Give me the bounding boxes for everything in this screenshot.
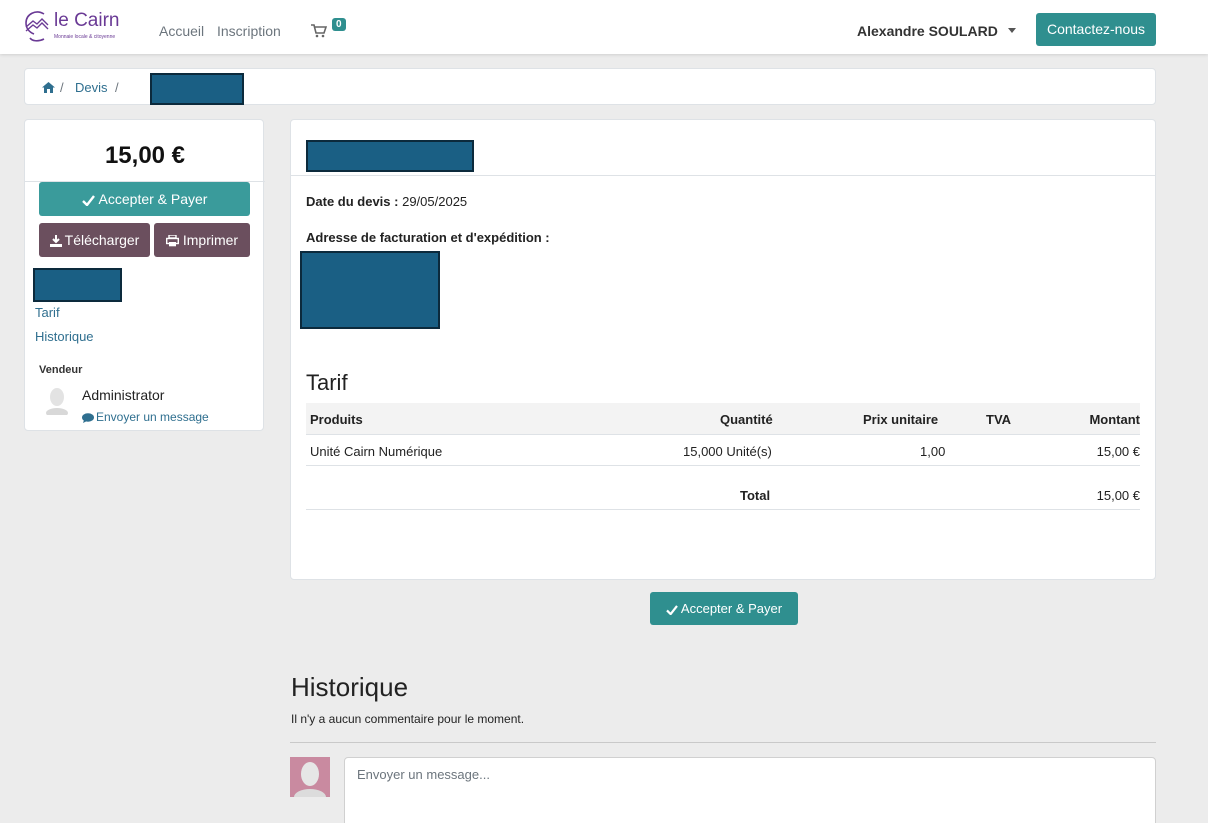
quote-date: Date du devis : 29/05/2025 (306, 194, 467, 209)
sidebar-link-tarif[interactable]: Tarif (35, 305, 60, 320)
download-icon (49, 235, 62, 248)
line-quantity: 15,000 Unité(s) (683, 444, 772, 459)
line-product: Unité Cairn Numérique (310, 444, 443, 459)
total-value: 15,00 € (1096, 488, 1140, 503)
chevron-down-icon (1007, 28, 1016, 33)
quote-total-price: 15,00 € (104, 142, 186, 169)
column-header-products: Produits (310, 412, 363, 427)
nav-inscription[interactable]: Inscription (217, 23, 281, 39)
line-unit-price: 1,00 (920, 444, 946, 459)
comment-icon (82, 413, 94, 423)
column-header-tva: TVA (986, 412, 1012, 427)
redacted-block (33, 268, 122, 302)
user-name: Alexandre SOULARD (857, 23, 998, 39)
line-amount: 15,00 € (1096, 444, 1140, 459)
download-label: Télécharger (64, 232, 140, 248)
vendor-avatar (45, 387, 69, 418)
accept-pay-button-bottom[interactable]: Accepter & Payer (650, 592, 798, 625)
contact-button[interactable]: Contactez-nous (1036, 13, 1156, 46)
cart-count-badge: 0 (332, 18, 346, 31)
user-menu-dropdown[interactable]: Alexandre SOULARD (857, 23, 1016, 39)
address-heading: Adresse de facturation et d'expédition : (306, 230, 550, 245)
redacted-block (300, 251, 440, 329)
download-button[interactable]: Télécharger (39, 223, 150, 257)
divider (290, 742, 1156, 743)
redacted-block (150, 73, 244, 105)
vendor-name: Administrator (82, 387, 165, 403)
breadcrumb-separator: / (115, 80, 119, 95)
accept-pay-label: Accepter & Payer (98, 191, 208, 207)
quote-date-label: Date du devis : (306, 194, 399, 209)
logo-subtitle: Monnaie locale & citoyenne (54, 34, 116, 40)
print-icon (165, 235, 179, 247)
message-input[interactable] (344, 757, 1156, 823)
send-message-link[interactable]: Envoyer un message (82, 410, 209, 424)
total-label: Total (740, 488, 771, 503)
top-navbar: le Cairn Monnaie locale & citoyenne Accu… (0, 0, 1208, 54)
print-label: Imprimer (182, 232, 239, 248)
logo[interactable]: le Cairn Monnaie locale & citoyenne (22, 10, 132, 46)
history-title: Historique (291, 672, 409, 702)
column-header-amount: Montant (1089, 412, 1140, 427)
home-icon[interactable] (42, 81, 55, 96)
cart-icon (311, 24, 327, 38)
nav-accueil[interactable]: Accueil (159, 23, 204, 39)
quote-sidebar: 15,00 € Accepter & Payer Télécharger Imp… (24, 119, 265, 431)
avatar (290, 757, 330, 797)
sidebar-link-historique[interactable]: Historique (35, 329, 94, 344)
column-header-unit-price: Prix unitaire (863, 412, 939, 427)
vendor-heading: Vendeur (39, 364, 83, 376)
accept-pay-label: Accepter & Payer (680, 601, 783, 616)
check-icon (81, 195, 95, 206)
column-header-quantity: Quantité (720, 412, 773, 427)
print-button[interactable]: Imprimer (154, 223, 250, 257)
tarif-section-title: Tarif (306, 370, 348, 395)
breadcrumb-separator: / (60, 80, 64, 95)
table-header: Produits Quantité Prix unitaire TVA Mont… (306, 403, 1140, 435)
send-message-label: Envoyer un message (96, 410, 209, 424)
breadcrumb-devis[interactable]: Devis (75, 80, 108, 95)
divider (306, 465, 1140, 466)
cart-button[interactable]: 0 (311, 18, 351, 40)
breadcrumb: / Devis / (24, 68, 1156, 105)
quote-date-value: 29/05/2025 (402, 194, 468, 209)
cairn-logo-icon (25, 11, 49, 42)
divider (291, 175, 1155, 176)
logo-title: le Cairn (54, 10, 120, 31)
accept-pay-button[interactable]: Accepter & Payer (39, 182, 250, 216)
check-icon (666, 604, 678, 615)
divider (306, 509, 1140, 510)
quote-detail-card: Date du devis : 29/05/2025 Adresse de fa… (290, 119, 1156, 580)
redacted-block (306, 140, 474, 172)
history-empty-text: Il n'y a aucun commentaire pour le momen… (291, 712, 525, 726)
